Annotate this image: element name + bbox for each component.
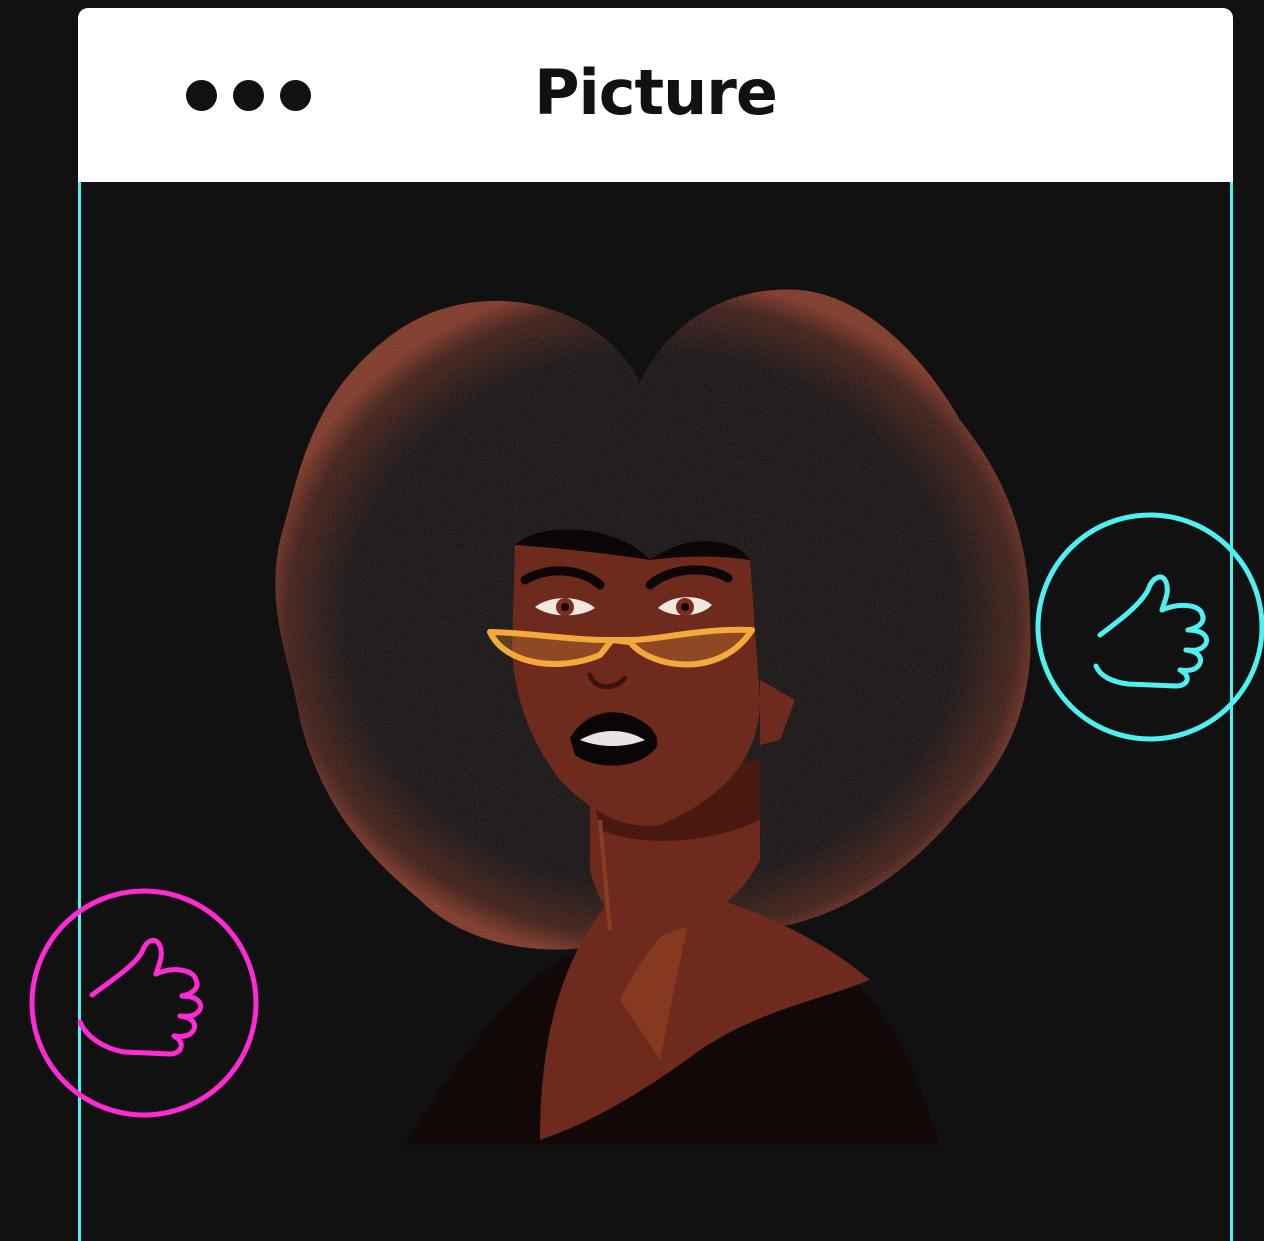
reaction-thumbs-up-magenta[interactable] [29, 888, 259, 1118]
thumbs-up-icon [77, 937, 204, 1057]
portrait-illustration [29, 289, 1264, 1145]
reaction-thumbs-up-cyan[interactable] [1035, 512, 1264, 742]
stage: Picture [0, 0, 1264, 1241]
thumbs-up-icon [1093, 574, 1210, 689]
